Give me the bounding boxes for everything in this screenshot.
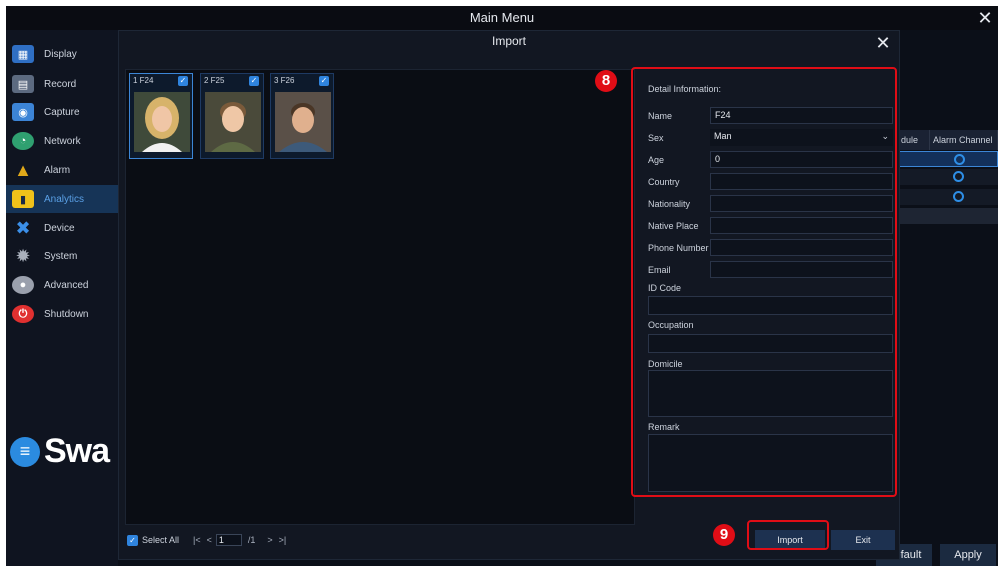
- capture-icon: ◉: [12, 103, 34, 121]
- sidebar-item-display[interactable]: ▦ Display: [6, 40, 118, 68]
- callout-badge-8: 8: [595, 70, 617, 92]
- sidebar-item-label: Device: [44, 222, 75, 234]
- apply-button[interactable]: Apply: [940, 544, 996, 566]
- prev-page-icon[interactable]: <: [207, 535, 212, 545]
- close-icon[interactable]: ✕: [974, 6, 996, 30]
- sidebar: ▦ Display ▤ Record ◉ Capture ◔ Network ▲…: [6, 30, 118, 566]
- sidebar-item-label: Capture: [44, 106, 80, 118]
- thumbnail-checkbox[interactable]: ✓: [319, 76, 329, 86]
- brand-text: Swa: [44, 432, 110, 470]
- face-thumbnail[interactable]: 2 F25 ✓: [200, 73, 264, 159]
- schedule-column-header: dule: [898, 130, 930, 150]
- detail-highlight-frame: [631, 67, 897, 497]
- face-photo: [134, 92, 190, 152]
- thumbnail-checkbox[interactable]: ✓: [249, 76, 259, 86]
- alarm-channel-icon[interactable]: [953, 171, 964, 182]
- callout-badge-9: 9: [713, 524, 735, 546]
- next-page-icon[interactable]: >: [267, 535, 272, 545]
- display-icon: ▦: [12, 45, 34, 63]
- sidebar-item-label: Record: [44, 78, 77, 90]
- sidebar-item-network[interactable]: ◔ Network: [6, 127, 118, 155]
- sidebar-item-label: Network: [44, 135, 81, 147]
- logo-icon: ≡: [10, 436, 40, 467]
- device-icon: ✖: [15, 217, 31, 238]
- screen: Main Menu ✕ ▦ Display ▤ Record ◉ Capture…: [6, 6, 998, 566]
- system-icon: ✹: [15, 245, 31, 266]
- shutdown-icon: ⏻: [12, 305, 34, 323]
- table-row[interactable]: [898, 169, 998, 185]
- brand-logo: ≡ Swa: [10, 432, 110, 471]
- page-total: /1: [247, 535, 256, 545]
- network-icon: ◔: [12, 132, 34, 150]
- table-row: [898, 208, 998, 224]
- select-all-checkbox[interactable]: ✓: [127, 534, 138, 546]
- face-photo: [275, 92, 331, 152]
- alarm-channel-icon[interactable]: [954, 154, 965, 165]
- page-input[interactable]: [215, 534, 242, 546]
- last-page-icon[interactable]: >|: [279, 535, 287, 545]
- face-thumbnail-grid: 1 F24 ✓ 2 F25 ✓ 3 F26 ✓: [125, 69, 635, 525]
- face-thumbnail[interactable]: 1 F24 ✓: [129, 73, 193, 159]
- first-page-icon[interactable]: |<: [193, 535, 201, 545]
- face-photo: [205, 92, 261, 152]
- close-icon[interactable]: ✕: [873, 33, 893, 53]
- sidebar-item-label: Analytics: [44, 193, 85, 205]
- sidebar-item-label: Advanced: [44, 279, 89, 291]
- alarm-channel-icon[interactable]: [953, 191, 964, 202]
- sidebar-item-device[interactable]: ✖ Device: [6, 214, 118, 242]
- select-all-label: Select All: [142, 535, 180, 545]
- sidebar-item-system[interactable]: ✹ System: [6, 242, 118, 270]
- exit-button[interactable]: Exit: [831, 530, 895, 550]
- record-icon: ▤: [12, 75, 34, 93]
- table-row[interactable]: [898, 189, 998, 205]
- analytics-icon: ▮: [12, 190, 34, 208]
- import-highlight-frame: [747, 520, 829, 550]
- table-row[interactable]: [898, 151, 998, 167]
- face-thumbnail[interactable]: 3 F26 ✓: [270, 73, 334, 159]
- sidebar-item-capture[interactable]: ◉ Capture: [6, 98, 118, 126]
- sidebar-item-label: Shutdown: [44, 308, 89, 320]
- sidebar-item-advanced[interactable]: ● Advanced: [6, 271, 118, 299]
- dialog-title: Import: [491, 34, 526, 48]
- background-table-header: dule Alarm Channel: [898, 130, 998, 150]
- alarm-icon: ▲: [14, 159, 32, 180]
- pager: ✓ Select All |< < /1 > >|: [127, 533, 286, 547]
- alarm-channel-column-header: Alarm Channel: [930, 130, 998, 150]
- sidebar-item-label: Alarm: [44, 164, 71, 176]
- sidebar-item-label: System: [44, 250, 78, 262]
- sidebar-item-alarm[interactable]: ▲ Alarm: [6, 156, 118, 184]
- sidebar-item-analytics[interactable]: ▮ Analytics: [6, 185, 118, 213]
- thumbnail-checkbox[interactable]: ✓: [178, 76, 188, 86]
- sidebar-item-label: Display: [44, 48, 77, 60]
- advanced-icon: ●: [12, 276, 34, 294]
- sidebar-item-record[interactable]: ▤ Record: [6, 70, 118, 98]
- window-title: Main Menu: [6, 6, 998, 30]
- sidebar-item-shutdown[interactable]: ⏻ Shutdown: [6, 300, 118, 328]
